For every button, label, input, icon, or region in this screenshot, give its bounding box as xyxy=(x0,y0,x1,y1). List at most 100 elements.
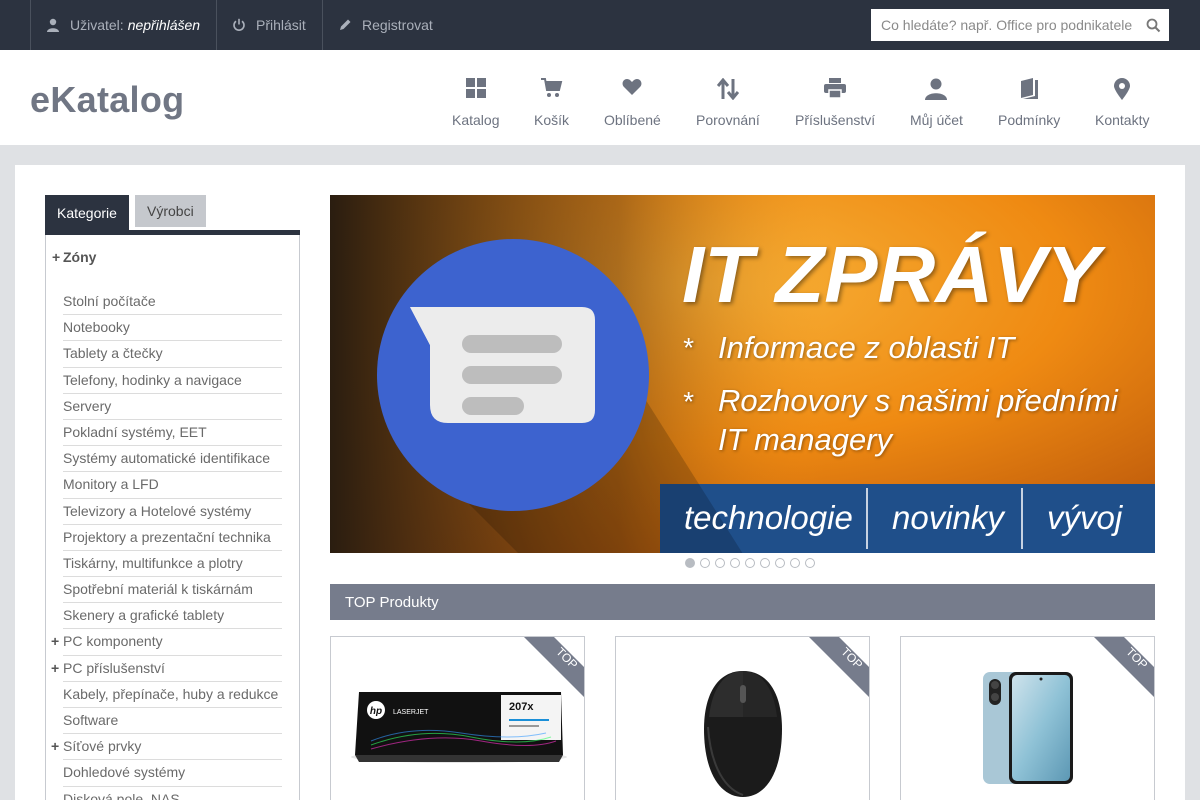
nav-label: Příslušenství xyxy=(795,112,876,128)
svg-text:hp: hp xyxy=(370,706,382,717)
map-pin-icon xyxy=(1114,78,1131,100)
sidebar-category[interactable]: Projektory a prezentační technika xyxy=(63,525,282,551)
slider-dot[interactable] xyxy=(745,558,755,568)
sidebar-category[interactable]: Software xyxy=(63,708,282,735)
book-icon xyxy=(1021,78,1039,99)
zones-toggle[interactable]: + Zóny xyxy=(52,249,96,265)
top-bar: Uživatel: nepřihlášen Přihlásit Registro… xyxy=(0,0,1200,50)
slider-dots xyxy=(685,558,815,568)
pencil-icon xyxy=(340,19,351,30)
sidebar-category[interactable]: Pokladní systémy, EET xyxy=(63,420,282,447)
sidebar-tabs: Kategorie Výrobci xyxy=(45,195,300,235)
category-label: Síťové prvky xyxy=(63,738,142,755)
slider-dot[interactable] xyxy=(805,558,815,568)
nav-porovnani[interactable]: Porovnání xyxy=(696,72,760,132)
banner-bullet-1: Informace z oblasti IT xyxy=(718,330,1015,365)
sidebar-category[interactable]: Notebooky xyxy=(63,315,282,342)
nav-label: Podmínky xyxy=(998,112,1061,128)
nav-label: Katalog xyxy=(452,112,500,128)
sidebar-category[interactable]: Disková pole, NAS xyxy=(63,787,282,800)
slider-dot[interactable] xyxy=(775,558,785,568)
top-products-heading: TOP Produkty xyxy=(330,584,1155,620)
nav-kontakty[interactable]: Kontakty xyxy=(1095,72,1149,132)
banner-footer-1: technologie xyxy=(684,499,853,536)
nav-prislusenstvi[interactable]: Příslušenství xyxy=(795,72,875,132)
banner-bullet-2a: Rozhovory s našimi předními xyxy=(718,383,1118,418)
main-content: Kategorie Výrobci + Zóny Stolní počítače… xyxy=(15,165,1185,800)
user-label: Uživatel: xyxy=(70,17,124,33)
user-status: Uživatel: nepřihlášen xyxy=(30,0,217,50)
category-label: Systémy automatické identifikace xyxy=(63,450,270,467)
nav-katalog[interactable]: Katalog xyxy=(452,72,499,132)
nav-label: Oblíbené xyxy=(604,112,661,128)
tab-vyrobci[interactable]: Výrobci xyxy=(135,195,206,227)
product-card[interactable]: hp LASERJET 207x TOP xyxy=(330,636,585,800)
sidebar-category[interactable]: Stolní počítače xyxy=(63,289,282,316)
register-link[interactable]: Registrovat xyxy=(322,0,449,50)
search-button[interactable] xyxy=(1137,9,1169,41)
sidebar-category[interactable]: + PC komponenty xyxy=(51,629,282,656)
slider-dot[interactable] xyxy=(760,558,770,568)
sidebar-category[interactable]: + Síťové prvky xyxy=(51,734,282,761)
plus-icon: + xyxy=(51,659,60,676)
tab-kategorie[interactable]: Kategorie xyxy=(45,195,129,230)
sidebar-category[interactable]: Televizory a Hotelové systémy xyxy=(63,499,282,525)
category-label: Pokladní systémy, EET xyxy=(63,423,207,440)
product-card[interactable]: TOP xyxy=(900,636,1155,800)
slider-dot[interactable] xyxy=(790,558,800,568)
plus-icon: + xyxy=(51,633,60,650)
nav-label: Můj účet xyxy=(910,112,963,128)
login-link[interactable]: Přihlásit xyxy=(216,0,323,50)
slider-dot[interactable] xyxy=(730,558,740,568)
top-badge: TOP xyxy=(1094,637,1154,697)
zones-label: Zóny xyxy=(63,249,97,265)
search-input[interactable] xyxy=(871,9,1137,41)
promo-banner[interactable]: IT ZPRÁVY * Informace z oblasti IT * Roz… xyxy=(330,195,1155,553)
sidebar-category[interactable]: Spotřební materiál k tiskárnám xyxy=(63,577,282,604)
sidebar-category[interactable]: Telefony, hodinky a navigace xyxy=(63,368,282,394)
sidebar-category[interactable]: Skenery a grafické tablety xyxy=(63,603,282,630)
nav-oblibene[interactable]: Oblíbené xyxy=(604,72,661,132)
sidebar-category[interactable]: Tiskárny, multifunkce a plotry xyxy=(63,551,282,578)
nav-kosik[interactable]: Košík xyxy=(534,72,569,132)
category-label: Televizory a Hotelové systémy xyxy=(63,502,252,519)
top-badge: TOP xyxy=(524,637,584,697)
category-label: Skenery a grafické tablety xyxy=(63,607,225,624)
sidebar-category[interactable]: Monitory a LFD xyxy=(63,472,282,499)
category-label: Disková pole, NAS xyxy=(63,790,180,800)
box-text: 207x xyxy=(509,701,534,713)
user-icon xyxy=(47,18,59,32)
sidebar-category[interactable]: Dohledové systémy xyxy=(63,760,282,787)
product-card[interactable]: TOP xyxy=(615,636,870,800)
sidebar-category[interactable]: + PC příslušenství xyxy=(51,656,282,682)
heart-icon xyxy=(622,79,642,95)
sidebar-category[interactable]: Kabely, přepínače, huby a redukce xyxy=(63,682,282,708)
nav-podminky[interactable]: Podmínky xyxy=(998,72,1060,132)
banner-footer-2: novinky xyxy=(892,499,1004,536)
banner-title: IT ZPRÁVY xyxy=(682,230,1100,319)
nav-label: Košík xyxy=(534,112,570,128)
category-label: PC komponenty xyxy=(63,633,163,650)
plus-icon: + xyxy=(51,738,60,755)
slider-dot[interactable] xyxy=(685,558,695,568)
grid-icon xyxy=(465,78,486,98)
nav-muj-ucet[interactable]: Můj účet xyxy=(910,72,963,132)
banner-bullet-mark: * xyxy=(682,332,693,363)
sidebar-category[interactable]: Tablety a čtečky xyxy=(63,341,282,368)
slider-dot[interactable] xyxy=(700,558,710,568)
category-label: Tiskárny, multifunkce a plotry xyxy=(63,554,243,571)
site-logo[interactable]: eKatalog xyxy=(30,79,184,121)
category-label: Notebooky xyxy=(63,319,130,336)
user-icon xyxy=(925,78,948,100)
slider-dot[interactable] xyxy=(715,558,725,568)
category-label: Dohledové systémy xyxy=(63,764,186,781)
search-icon xyxy=(1146,18,1160,32)
search-box xyxy=(871,9,1169,41)
category-label: Projektory a prezentační technika xyxy=(63,528,271,545)
top-badge: TOP xyxy=(809,637,869,697)
sidebar-category[interactable]: Servery xyxy=(63,394,282,420)
sidebar-category[interactable]: Systémy automatické identifikace xyxy=(63,446,282,473)
plus-icon: + xyxy=(52,249,61,265)
category-label: Stolní počítače xyxy=(63,293,156,309)
category-label: Tablety a čtečky xyxy=(63,345,163,362)
